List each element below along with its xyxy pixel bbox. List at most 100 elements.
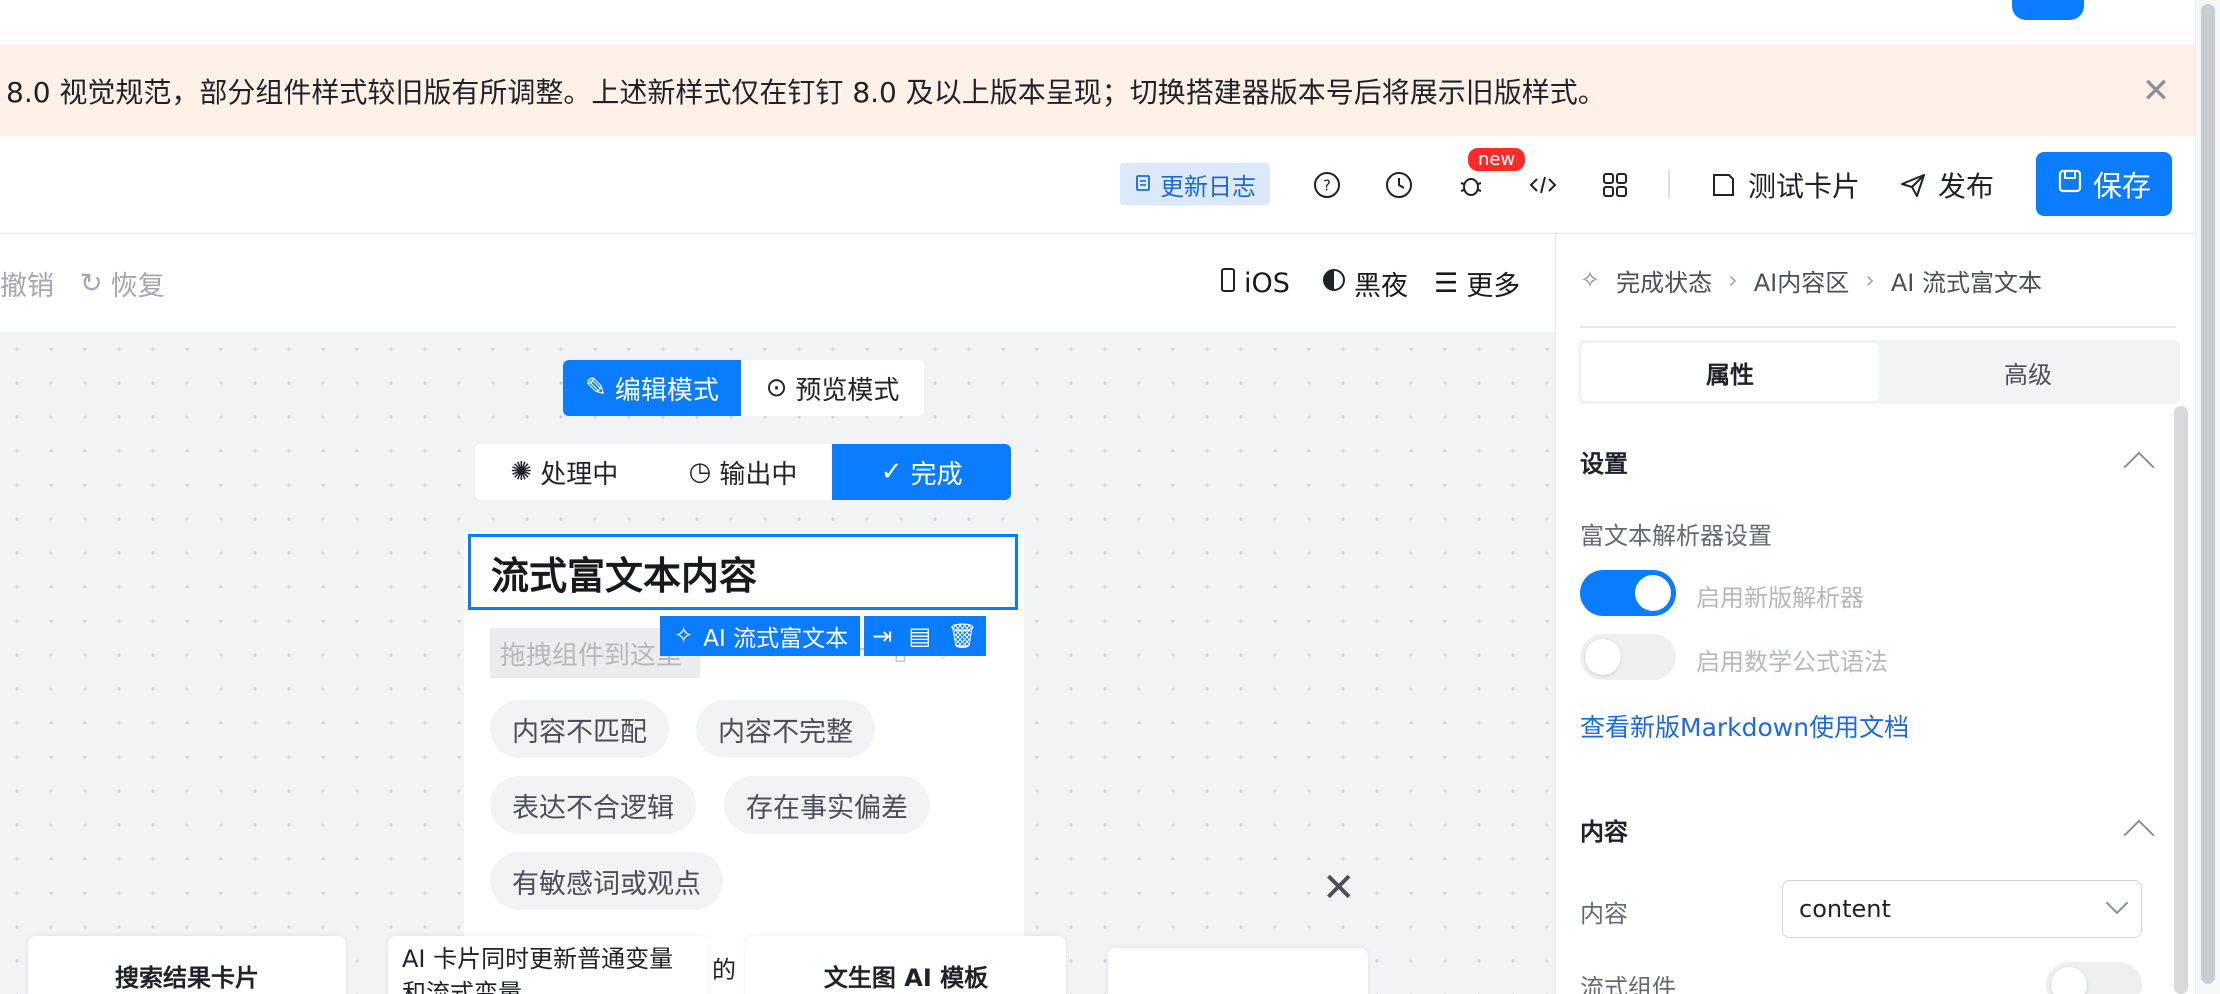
template-card-variables[interactable]: AI 卡片同时更新普通变量 和流式变量 [388, 936, 708, 994]
help-icon: ? [1312, 170, 1342, 200]
publish-button[interactable]: 发布 [1898, 136, 1994, 234]
close-icon[interactable]: ✕ [1322, 868, 1356, 908]
chevron-right-icon: › [1865, 266, 1875, 294]
content-label: 内容 [1580, 900, 1628, 928]
breadcrumb-item[interactable]: AI 流式富文本 [1891, 263, 2042, 298]
processing-label: 处理中 [540, 459, 619, 490]
undo-button[interactable]: 撤销 [0, 234, 54, 332]
tab-properties[interactable]: 属性 [1581, 343, 1879, 401]
save-label: 保存 [2092, 169, 2151, 203]
clock-icon: ◷ [688, 457, 712, 487]
changelog-button[interactable]: 更新日志 [1120, 163, 1270, 205]
template-card-text2image[interactable]: 文生图 AI 模板 [746, 936, 1066, 994]
new-parser-toggle[interactable] [1580, 570, 1676, 616]
chevron-right-icon: › [1728, 266, 1738, 294]
test-card-label: 测试卡片 [1748, 170, 1861, 203]
card-icon [1708, 170, 1738, 200]
math-syntax-label: 启用数学公式语法 [1696, 648, 1888, 676]
edit-mode-label: 编辑模式 [614, 375, 719, 406]
breadcrumb-item[interactable]: 完成状态 [1616, 263, 1712, 298]
trash-icon[interactable]: 🗑 [947, 622, 977, 650]
undo-label: 撤销 [0, 270, 54, 302]
done-label: 完成 [910, 459, 963, 490]
test-card-button[interactable]: 测试卡片 [1708, 136, 1860, 234]
save-button[interactable]: 保存 [2036, 152, 2172, 216]
canvas-header: 撤销 ↻ 恢复 iOS 黑夜 ☰ 更多 [0, 234, 1555, 332]
changelog-label: 更新日志 [1160, 172, 1256, 201]
redo-label: 恢复 [110, 270, 165, 302]
template-title: 文生图 AI 模板 [823, 964, 989, 992]
puzzle-icon: ✧ [1580, 266, 1601, 294]
bug-icon [1456, 170, 1486, 200]
code-button[interactable] [1528, 136, 1558, 234]
breadcrumb-item[interactable]: AI内容区 [1754, 263, 1850, 298]
help-button[interactable]: ? [1312, 136, 1342, 234]
template-title-line1: AI 卡片同时更新普通变量 [402, 945, 674, 973]
more-menu[interactable]: ☰ 更多 [1434, 234, 1520, 332]
state-done-tab[interactable]: ✓ 完成 [832, 444, 1011, 500]
new-parser-label: 启用新版解析器 [1696, 584, 1864, 612]
stream-component-label: 流式组件 [1580, 974, 1676, 994]
markdown-doc-link[interactable]: 查看新版Markdown使用文档 [1580, 708, 1909, 744]
page-scrollbar[interactable] [2195, 0, 2220, 994]
template-card-search[interactable]: 搜索结果卡片 [28, 936, 346, 994]
tab-advanced[interactable]: 高级 [1879, 343, 2177, 401]
history-button[interactable] [1384, 136, 1414, 234]
template-title: 搜索结果卡片 [115, 964, 259, 992]
content-section-title[interactable]: 内容 [1580, 812, 1628, 847]
chevron-up-icon[interactable] [2123, 819, 2155, 851]
preview-mode-tab[interactable]: ⊙ 预览模式 [741, 360, 924, 416]
template-title-line2: 和流式变量 [402, 979, 522, 994]
top-action-button[interactable] [2012, 0, 2084, 20]
parser-settings-label: 富文本解析器设置 [1580, 522, 1772, 550]
selected-component-tools: ⇥ ▤ 🗑 [864, 616, 986, 656]
dark-mode-toggle[interactable]: 黑夜 [1322, 234, 1408, 332]
feedback-chip[interactable]: 有敏感词或观点 [490, 852, 723, 910]
content-select[interactable]: content [1782, 880, 2142, 938]
feedback-chip[interactable]: 内容不完整 [696, 700, 875, 758]
selected-component-label[interactable]: ✧ AI 流式富文本 [660, 616, 860, 656]
more-label: 更多 [1466, 270, 1521, 302]
panel-scrollbar[interactable] [2174, 406, 2188, 994]
toolbar-divider [1668, 170, 1670, 198]
feedback-chip[interactable]: 内容不匹配 [490, 700, 669, 758]
outputting-label: 输出中 [719, 459, 798, 490]
design-canvas[interactable]: ✎ 编辑模式 ⊙ 预览模式 ✺ 处理中 ◷ 输出中 ✓ 完成 流式富文本内容 拖… [0, 332, 1555, 994]
template-title-fragment: 的 [712, 956, 736, 984]
phone-icon [1220, 267, 1236, 300]
dark-label: 黑夜 [1354, 270, 1408, 302]
top-bar [0, 0, 2220, 46]
preview-card: 流式富文本内容 拖拽组件到这里 ⌐✎✓⌐▯♢ ✧ AI 流式富文本 ⇥ ▤ 🗑 … [464, 532, 1024, 994]
mode-switch: ✎ 编辑模式 ⊙ 预览模式 [563, 360, 924, 416]
settings-section-title[interactable]: 设置 [1580, 444, 1628, 479]
redo-icon: ↻ [80, 267, 103, 299]
exit-icon[interactable]: ⇥ [872, 622, 892, 650]
template-card-partial: 的 [700, 936, 748, 994]
puzzle-icon: ✧ [674, 623, 694, 649]
selected-component-name: AI 流式富文本 [703, 626, 849, 652]
state-processing-tab[interactable]: ✺ 处理中 [475, 444, 654, 500]
notice-banner: 8.0 视觉规范，部分组件样式较旧版有所调整。上述新样式仅在钉钉 8.0 及以上… [0, 46, 2195, 136]
stream-component-toggle[interactable] [2046, 962, 2142, 994]
ios-toggle[interactable]: iOS [1220, 234, 1290, 332]
feedback-chip[interactable]: 表达不合逻辑 [490, 776, 696, 834]
state-outputting-tab[interactable]: ◷ 输出中 [654, 444, 833, 500]
edit-icon: ✎ [585, 373, 607, 403]
template-card-empty[interactable] [1108, 948, 1368, 994]
redo-button[interactable]: ↻ 恢复 [80, 234, 165, 332]
math-syntax-toggle[interactable] [1580, 634, 1676, 680]
copy-icon[interactable]: ▤ [908, 622, 931, 650]
edit-mode-tab[interactable]: ✎ 编辑模式 [563, 360, 741, 416]
grid-icon [1600, 170, 1630, 200]
apps-button[interactable] [1600, 136, 1630, 234]
content-select-value: content [1799, 895, 1891, 923]
code-icon [1528, 170, 1558, 200]
close-icon[interactable]: ✕ [2139, 74, 2173, 108]
send-icon [1898, 170, 1928, 200]
chevron-up-icon[interactable] [2123, 451, 2155, 483]
chevron-down-icon [2105, 891, 2129, 915]
card-title[interactable]: 流式富文本内容 [468, 534, 1018, 610]
feedback-chip[interactable]: 存在事实偏差 [724, 776, 930, 834]
spinner-icon: ✺ [510, 457, 533, 487]
new-badge: new [1466, 146, 1528, 173]
